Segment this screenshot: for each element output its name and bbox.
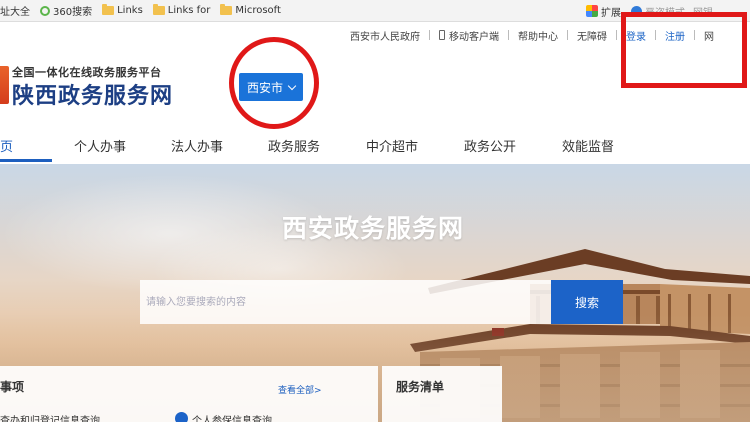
divider (616, 30, 617, 40)
folder-icon (152, 4, 165, 15)
help-center-link[interactable]: 帮助中心 (518, 28, 558, 43)
hero-title: 西安政务服务网 (282, 214, 465, 243)
360-icon (40, 5, 50, 16)
divider (508, 30, 509, 40)
mobile-client-link[interactable]: 移动客户端 (449, 28, 499, 43)
items-panel: 事项 查看全部> 查办和归登记信息查询 个人参保信息查询 (0, 366, 378, 422)
nav-item-legal-person[interactable]: 法人办事 (171, 136, 223, 155)
nav-item-supervision[interactable]: 效能监督 (562, 136, 614, 155)
nav-item-gov-services[interactable]: 政务服务 (268, 136, 320, 155)
service-list-title: 服务清单 (396, 380, 445, 394)
phone-icon (439, 30, 445, 40)
bookmark-label: 360搜索 (53, 7, 93, 18)
folder-icon (102, 4, 115, 15)
bottom-section: 事项 查看全部> 查办和归登记信息查询 个人参保信息查询 服务清单 (0, 366, 750, 422)
bookmark-label: Links (117, 5, 143, 16)
bookmark-item[interactable]: Links (102, 4, 143, 16)
bookmark-item[interactable]: 360搜索 (40, 3, 92, 18)
bookmark-label: Links for (167, 5, 211, 16)
nav-item-personal[interactable]: 个人办事 (74, 136, 126, 155)
extensions-label[interactable]: 扩展 (601, 4, 621, 19)
nav-item-gov-public[interactable]: 政务公开 (464, 136, 516, 155)
person-icon (175, 412, 188, 422)
nav-active-underline (0, 159, 52, 162)
items-section-title: 事项 (0, 380, 25, 394)
nav-item-home[interactable]: 页 (0, 136, 13, 155)
logo-mark (0, 66, 9, 104)
view-all-link[interactable]: 查看全部> (278, 383, 322, 396)
list-item[interactable]: 查办和归登记信息查询 (0, 412, 100, 422)
gov-link[interactable]: 西安市人民政府 (350, 28, 420, 43)
search-input[interactable] (140, 280, 552, 324)
annotation-circle (229, 37, 319, 129)
bookmark-label: 址大全 (0, 7, 30, 18)
nav-item-agency-market[interactable]: 中介超市 (366, 136, 418, 155)
folder-icon (220, 4, 233, 15)
site-logo-title[interactable]: 陕西政务服务网 (12, 78, 173, 110)
bookmark-label: Microsoft (235, 5, 281, 16)
extensions-icon[interactable] (586, 5, 598, 17)
search-button[interactable]: 搜索 (551, 280, 623, 324)
divider (567, 30, 568, 40)
annotation-rectangle (621, 12, 747, 88)
service-list-panel: 服务清单 (382, 366, 502, 422)
divider (429, 30, 430, 40)
bookmark-item[interactable]: Links for (152, 4, 211, 16)
bookmark-item[interactable]: 址大全 (0, 3, 30, 18)
list-item[interactable]: 个人参保信息查询 (192, 412, 272, 422)
accessibility-link[interactable]: 无障碍 (577, 28, 607, 43)
main-nav: 页 个人办事 法人办事 政务服务 中介超市 政务公开 效能监督 (0, 124, 750, 166)
bookmark-item[interactable]: Microsoft (220, 4, 281, 16)
